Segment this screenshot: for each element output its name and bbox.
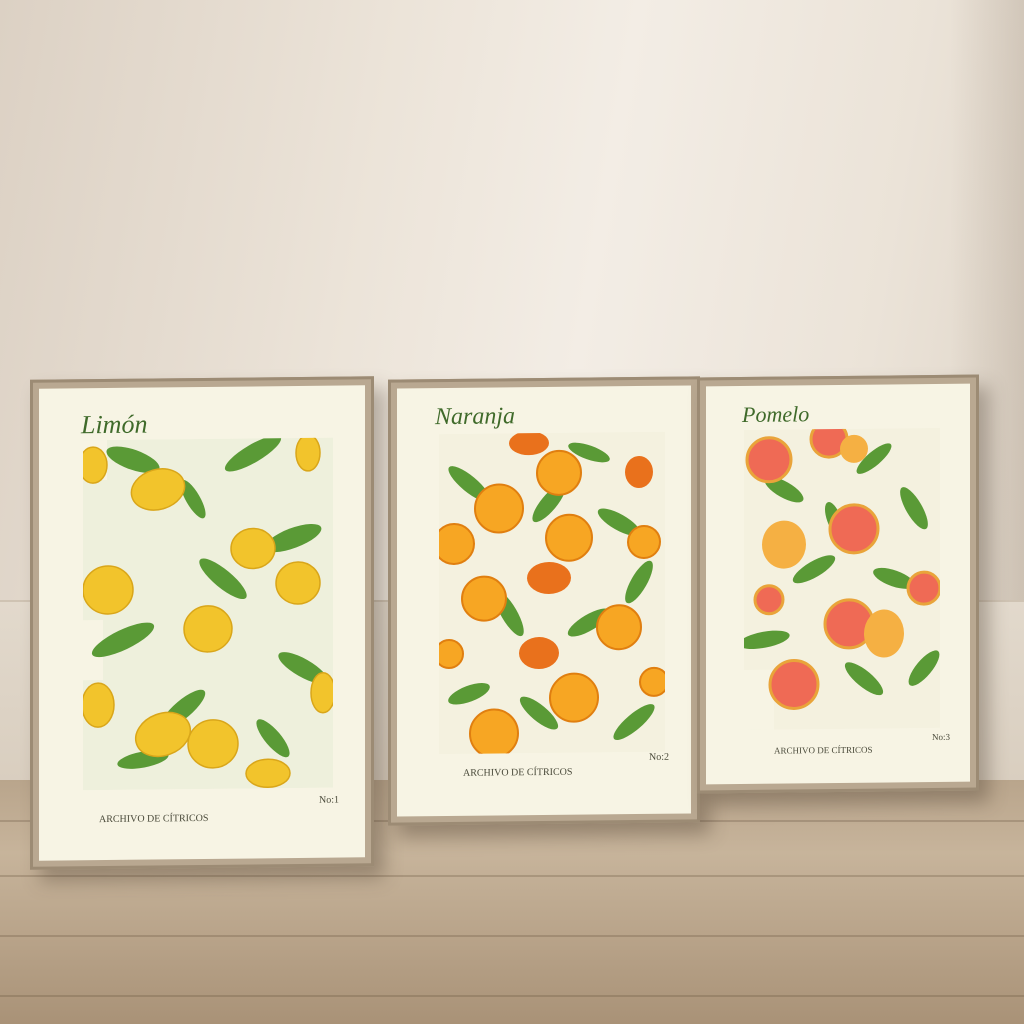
orange-pattern-artwork [439,431,665,755]
poster-frame-naranja: Naranja ARCHIVO DE CÍTRICOS No:2 [388,376,700,826]
poster-number: No:1 [319,794,339,806]
poster-frame-pomelo: Pomelo ARCHIVO DE CÍTRICOS No:3 [697,374,979,794]
poster-mat: Limón ARCHIVO DE CÍTRICOS No:1 [39,385,365,861]
poster-number: No:3 [932,731,950,743]
poster-title: Naranja [435,403,516,431]
poster-footer: ARCHIVO DE CÍTRICOS [463,766,573,779]
poster-mat: Pomelo ARCHIVO DE CÍTRICOS No:3 [706,383,970,785]
poster-footer: ARCHIVO DE CÍTRICOS [774,744,873,756]
lemon-pattern-artwork [83,437,333,791]
poster-title: Pomelo [742,401,810,428]
poster-number: No:2 [649,751,669,763]
grapefruit-pattern-artwork [744,427,940,730]
poster-mat: Naranja ARCHIVO DE CÍTRICOS No:2 [397,385,691,817]
poster-footer: ARCHIVO DE CÍTRICOS [99,812,209,826]
poster-title: Limón [81,409,148,440]
poster-frame-limon: Limón ARCHIVO DE CÍTRICOS No:1 [30,376,374,870]
